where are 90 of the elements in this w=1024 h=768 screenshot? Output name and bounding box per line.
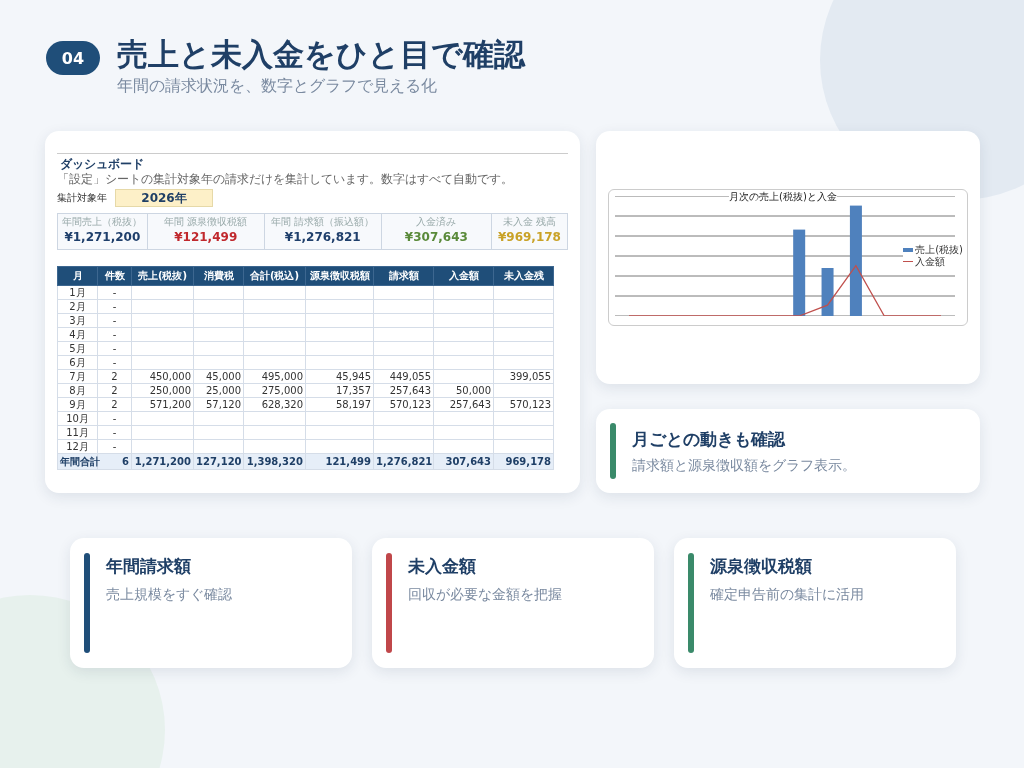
total-cell: 6 — [122, 456, 129, 467]
table-cell: - — [112, 413, 117, 424]
table-cell: 58,197 — [336, 399, 371, 410]
column-header: 消費税 — [193, 266, 244, 286]
table-cell: - — [112, 301, 117, 312]
total-cell: 年間合計 — [60, 456, 100, 467]
table-cell: 25,000 — [206, 385, 241, 396]
table-cell: 275,000 — [261, 385, 303, 396]
table-cell: 10月 — [66, 413, 89, 424]
chart-bar — [821, 268, 834, 316]
section-badge: 04 — [46, 41, 100, 75]
table-cell: 50,000 — [456, 385, 491, 396]
table-cell: 57,120 — [206, 399, 241, 410]
table-cell: - — [112, 315, 117, 326]
card-title: 年間請求額 — [106, 555, 192, 578]
column-header: 入金額 — [433, 266, 494, 286]
total-cell: 1,398,320 — [246, 456, 303, 467]
table-cell: - — [112, 287, 117, 298]
kpi-label: 年間 請求額（振込額） — [271, 215, 375, 228]
table-cell: 2 — [111, 385, 118, 396]
card-text: 回収が必要な金額を把握 — [408, 586, 562, 604]
table-cell: 45,000 — [206, 371, 241, 382]
table-cell: 570,123 — [509, 399, 551, 410]
table-cell: 571,200 — [149, 399, 191, 410]
legend-label: 売上(税抜) — [915, 244, 963, 255]
table-cell: - — [112, 357, 117, 368]
kpi-value: ¥969,178 — [497, 229, 561, 246]
table-cell: 8月 — [69, 385, 86, 396]
kpi-label: 入金済み — [416, 215, 457, 228]
column-header: 合計(税込) — [243, 266, 306, 286]
table-cell: 2 — [111, 399, 118, 410]
card-text: 売上規模をすぐ確認 — [106, 586, 232, 604]
dashboard-note: 「設定」シートの集計対象年の請求だけを集計しています。数字はすべて自動です。 — [57, 172, 514, 187]
dashboard-title: ダッシュボード — [59, 156, 145, 172]
table-cell: 45,945 — [336, 371, 371, 382]
table-cell: 628,320 — [261, 399, 303, 410]
column-header: 月 — [57, 266, 98, 286]
card-text: 確定申告前の集計に活用 — [710, 586, 864, 604]
table-cell: 7月 — [69, 371, 86, 382]
table-cell: 250,000 — [149, 385, 191, 396]
table-cell: - — [112, 441, 117, 452]
table-cell: - — [112, 427, 117, 438]
year-value: 2026年 — [115, 189, 213, 207]
kpi-value: ¥121,499 — [174, 229, 238, 246]
table-cell: 449,055 — [389, 371, 431, 382]
column-header: 源泉徴収税額 — [305, 266, 374, 286]
table-cell: 2 — [111, 371, 118, 382]
table-cell: 17,357 — [336, 385, 371, 396]
column-header: 未入金残 — [493, 266, 554, 286]
table-cell: 6月 — [69, 357, 86, 368]
table-cell: 257,643 — [449, 399, 491, 410]
table-cell: 12月 — [66, 441, 89, 452]
table-cell: 9月 — [69, 399, 86, 410]
card-title: 源泉徴収税額 — [710, 555, 813, 578]
kpi-value: ¥1,271,200 — [64, 229, 141, 246]
total-cell: 969,178 — [505, 456, 551, 467]
feature-text: 請求額と源泉徴収額をグラフ表示。 — [632, 456, 856, 475]
table-cell: 4月 — [69, 329, 86, 340]
total-cell: 307,643 — [445, 456, 491, 467]
total-cell: 1,276,821 — [376, 456, 433, 467]
table-cell: 5月 — [69, 343, 86, 354]
table-cell: 2月 — [69, 301, 86, 312]
kpi-value: ¥1,276,821 — [284, 229, 361, 246]
table-cell: 570,123 — [389, 399, 431, 410]
table-cell: 1月 — [69, 287, 86, 298]
total-cell: 121,499 — [325, 456, 371, 467]
table-cell: - — [112, 343, 117, 354]
legend-label: 入金額 — [915, 256, 946, 267]
page-title: 売上と未入金をひと目で確認 — [117, 35, 525, 74]
table-cell: 495,000 — [261, 371, 303, 382]
table-cell: - — [112, 329, 117, 340]
total-cell: 127,120 — [196, 456, 242, 467]
table-cell: 257,643 — [389, 385, 431, 396]
card-title: 未入金額 — [408, 555, 477, 578]
column-header: 請求額 — [373, 266, 434, 286]
year-label: 集計対象年 — [57, 191, 107, 205]
kpi-label: 年間 源泉徴収税額 — [164, 215, 248, 228]
kpi-value: ¥307,643 — [404, 229, 468, 246]
table-cell: 450,000 — [149, 371, 191, 382]
column-header: 売上(税抜) — [131, 266, 194, 286]
kpi-label: 未入金 残高 — [502, 215, 557, 228]
table-cell: 399,055 — [509, 371, 551, 382]
column-header: 件数 — [97, 266, 132, 286]
table-cell: 3月 — [69, 315, 86, 326]
page-subtitle: 年間の請求状況を、数字とグラフで見える化 — [117, 76, 438, 97]
total-cell: 1,271,200 — [134, 456, 191, 467]
feature-title: 月ごとの動きも確認 — [632, 427, 787, 451]
kpi-label: 年間売上（税抜） — [62, 215, 143, 228]
chart-title: 月次の売上(税抜)と入金 — [729, 191, 837, 202]
table-cell: 11月 — [66, 427, 89, 438]
